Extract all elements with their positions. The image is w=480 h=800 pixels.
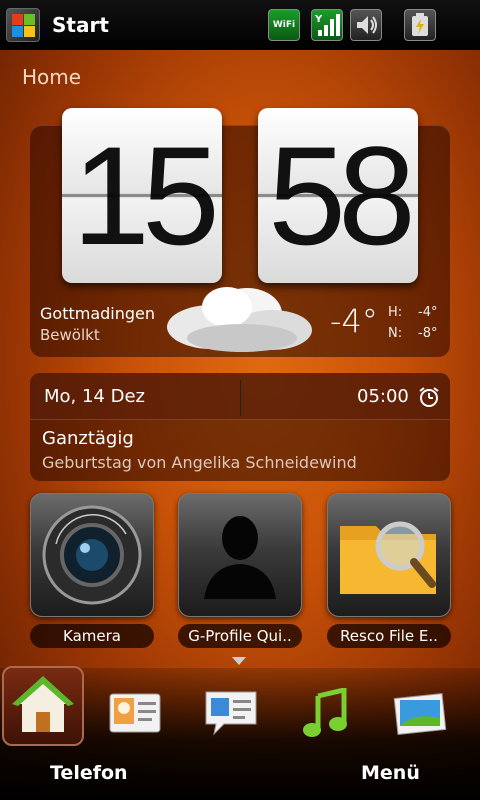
- g-profile-app-tile[interactable]: [178, 493, 302, 617]
- svg-text:Y: Y: [314, 14, 323, 25]
- camera-app-label[interactable]: Kamera: [30, 624, 154, 648]
- weather-high-label: H:: [388, 305, 403, 320]
- divider: [240, 380, 241, 416]
- alarm-clock-icon[interactable]: [418, 386, 440, 408]
- music-icon[interactable]: [298, 688, 356, 738]
- cloud-icon: [167, 287, 312, 352]
- alarm-time[interactable]: 05:00: [357, 386, 409, 407]
- battery-charging-icon[interactable]: [404, 9, 436, 41]
- weather-city: Gottmadingen: [40, 304, 156, 323]
- event-description[interactable]: Geburtstag von Angelika Schneidewind: [42, 453, 357, 472]
- softkey-right-menu[interactable]: Menü: [361, 762, 420, 784]
- home-tab[interactable]: [2, 666, 84, 746]
- start-title[interactable]: Start: [52, 13, 109, 37]
- windows-start-icon[interactable]: [6, 8, 40, 42]
- resco-file-explorer-tile[interactable]: [327, 493, 451, 617]
- resco-file-explorer-label[interactable]: Resco File E..: [327, 624, 451, 648]
- weather-high: -4°: [418, 305, 438, 320]
- profile-silhouette-icon: [204, 516, 276, 599]
- contacts-icon[interactable]: [106, 688, 164, 738]
- weather-low: -8°: [418, 326, 438, 341]
- messages-icon[interactable]: [202, 688, 260, 738]
- weather-temperature: -4°: [330, 302, 378, 340]
- photos-icon[interactable]: [392, 688, 450, 738]
- more-arrow-icon[interactable]: [232, 657, 246, 665]
- event-title[interactable]: Ganztägig: [42, 428, 134, 449]
- wifi-icon[interactable]: WiFi: [268, 9, 300, 41]
- clock-hour[interactable]: 15: [62, 108, 222, 283]
- camera-app-tile[interactable]: [30, 493, 154, 617]
- weather-low-label: N:: [388, 326, 403, 341]
- softkey-left-telefon[interactable]: Telefon: [50, 762, 128, 784]
- home-icon: [12, 676, 74, 732]
- volume-icon[interactable]: [350, 9, 382, 41]
- camera-icon: [42, 505, 142, 605]
- home-tab-label: Home: [22, 65, 82, 89]
- g-profile-app-label[interactable]: G-Profile Qui..: [178, 624, 302, 648]
- clock-minute[interactable]: 58: [258, 108, 418, 283]
- weather-condition: Bewölkt: [40, 326, 100, 344]
- calendar-date[interactable]: Mo, 14 Dez: [44, 386, 145, 407]
- signal-icon[interactable]: Y: [311, 9, 343, 41]
- folder-search-icon: [340, 521, 436, 594]
